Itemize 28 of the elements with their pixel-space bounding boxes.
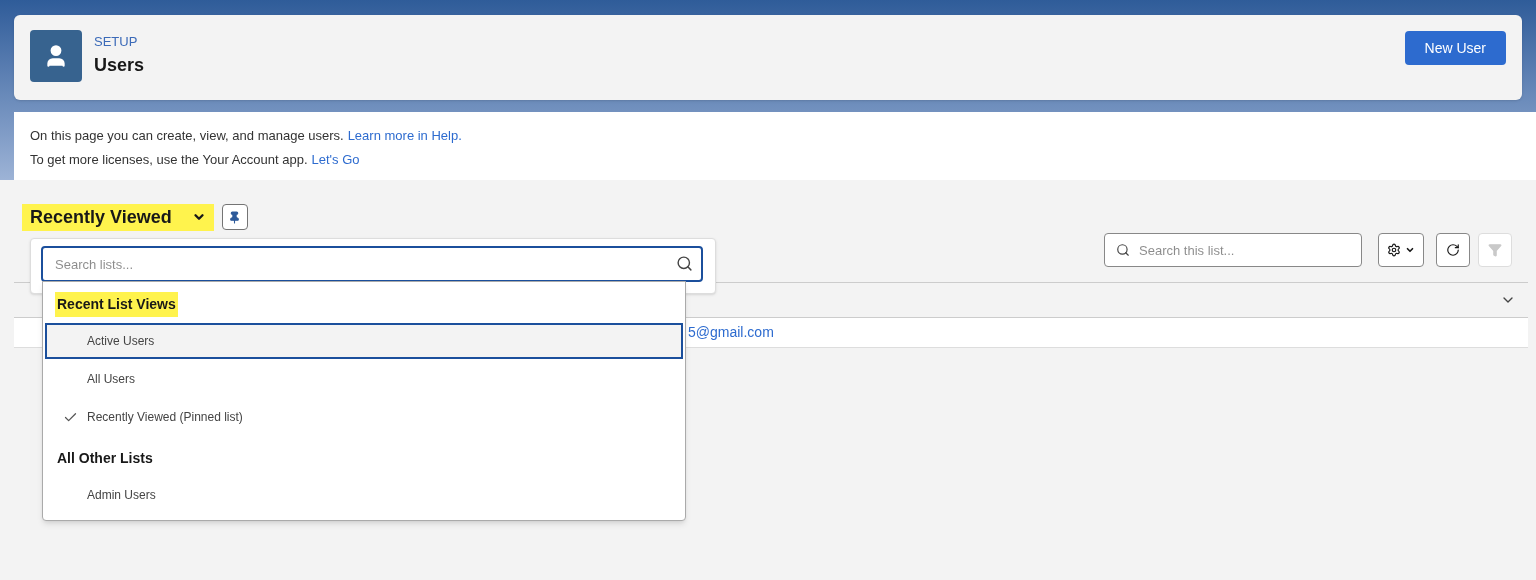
search-list-field[interactable]: Search this list...: [1104, 233, 1362, 267]
list-option[interactable]: All Users: [45, 361, 683, 397]
search-icon: [1116, 243, 1130, 257]
user-icon: [30, 30, 82, 82]
refresh-button[interactable]: [1436, 233, 1470, 267]
breadcrumb: SETUP: [94, 33, 139, 51]
info-text: On this page you can create, view, and manage users.: [30, 127, 344, 145]
search-icon: [676, 255, 693, 272]
page-title: Users: [94, 53, 145, 77]
list-view-selector[interactable]: Recently Viewed: [22, 203, 214, 231]
new-user-button[interactable]: New User: [1404, 31, 1506, 65]
refresh-icon: [1446, 243, 1460, 257]
section-heading: Recent List Views: [55, 291, 178, 317]
list-option[interactable]: Recently Viewed (Pinned list): [45, 399, 683, 435]
info-text: To get more licenses, use the Your Account app.: [30, 150, 308, 169]
lets-go-link[interactable]: Let's Go: [311, 149, 360, 169]
section-heading: All Other Lists: [56, 448, 154, 468]
list-option[interactable]: Admin Users: [45, 477, 683, 513]
settings-button[interactable]: [1378, 233, 1424, 267]
help-link[interactable]: Learn more in Help.: [347, 126, 462, 146]
caret-icon: [1405, 245, 1415, 255]
pin-icon: [228, 210, 242, 224]
pin-button[interactable]: [221, 204, 248, 230]
gear-icon: [1387, 243, 1401, 257]
list-option[interactable]: Active Users: [45, 323, 683, 359]
email-link[interactable]: 5@gmail.com: [688, 322, 774, 343]
filter-icon: [1488, 243, 1502, 257]
search-lists-field[interactable]: Search lists...: [41, 246, 703, 282]
